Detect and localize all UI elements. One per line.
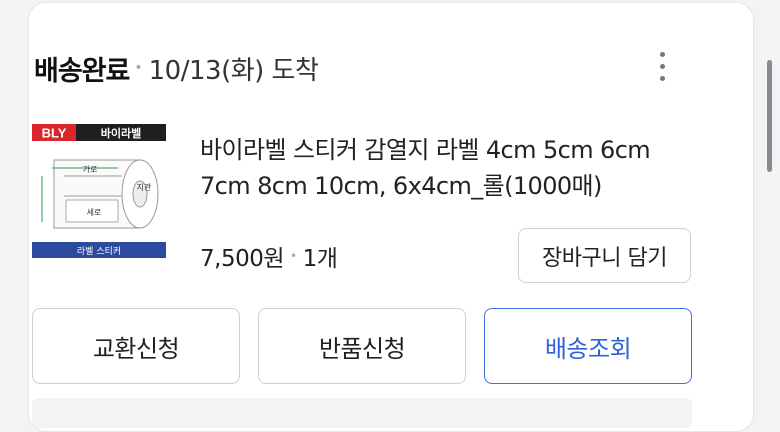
product-thumbnail[interactable]: BLY 바이라벨 가로 세로 지관 라벨 스티커 (32, 124, 166, 260)
separator-dot: • (134, 60, 143, 76)
thumb-title: 바이라벨 (101, 126, 141, 140)
product-name[interactable]: 바이라벨 스티커 감열지 라벨 4cm 5cm 6cm 7cm 8cm 10cm… (200, 132, 700, 204)
add-to-cart-button[interactable]: 장바구니 담기 (518, 228, 691, 283)
thumb-height-label: 세로 (87, 208, 102, 217)
exchange-request-button[interactable]: 교환신청 (32, 308, 240, 384)
thumb-width-label: 가로 (83, 165, 98, 174)
price-quantity: 7,500원 • 1개 (200, 239, 338, 273)
product-quantity: 1개 (302, 246, 338, 272)
order-actions: 교환신청 반품신청 배송조회 (32, 308, 692, 384)
separator-dot: • (290, 249, 297, 263)
product-price: 7,500원 (200, 246, 285, 272)
info-bar (32, 398, 692, 428)
thumb-footer: 라벨 스티커 (77, 246, 121, 257)
scrollbar[interactable] (767, 60, 772, 172)
delivery-status: 배송완료 (34, 55, 130, 87)
more-options-icon[interactable] (644, 44, 680, 88)
arrival-date: 10/13(화) 도착 (148, 55, 319, 86)
thumb-diameter-label: 지관 (137, 182, 152, 192)
track-delivery-button[interactable]: 배송조회 (484, 308, 692, 384)
thumb-brand: BLY (42, 126, 67, 141)
return-request-button[interactable]: 반품신청 (258, 308, 466, 384)
order-header: 배송완료 • 10/13(화) 도착 (34, 44, 319, 92)
